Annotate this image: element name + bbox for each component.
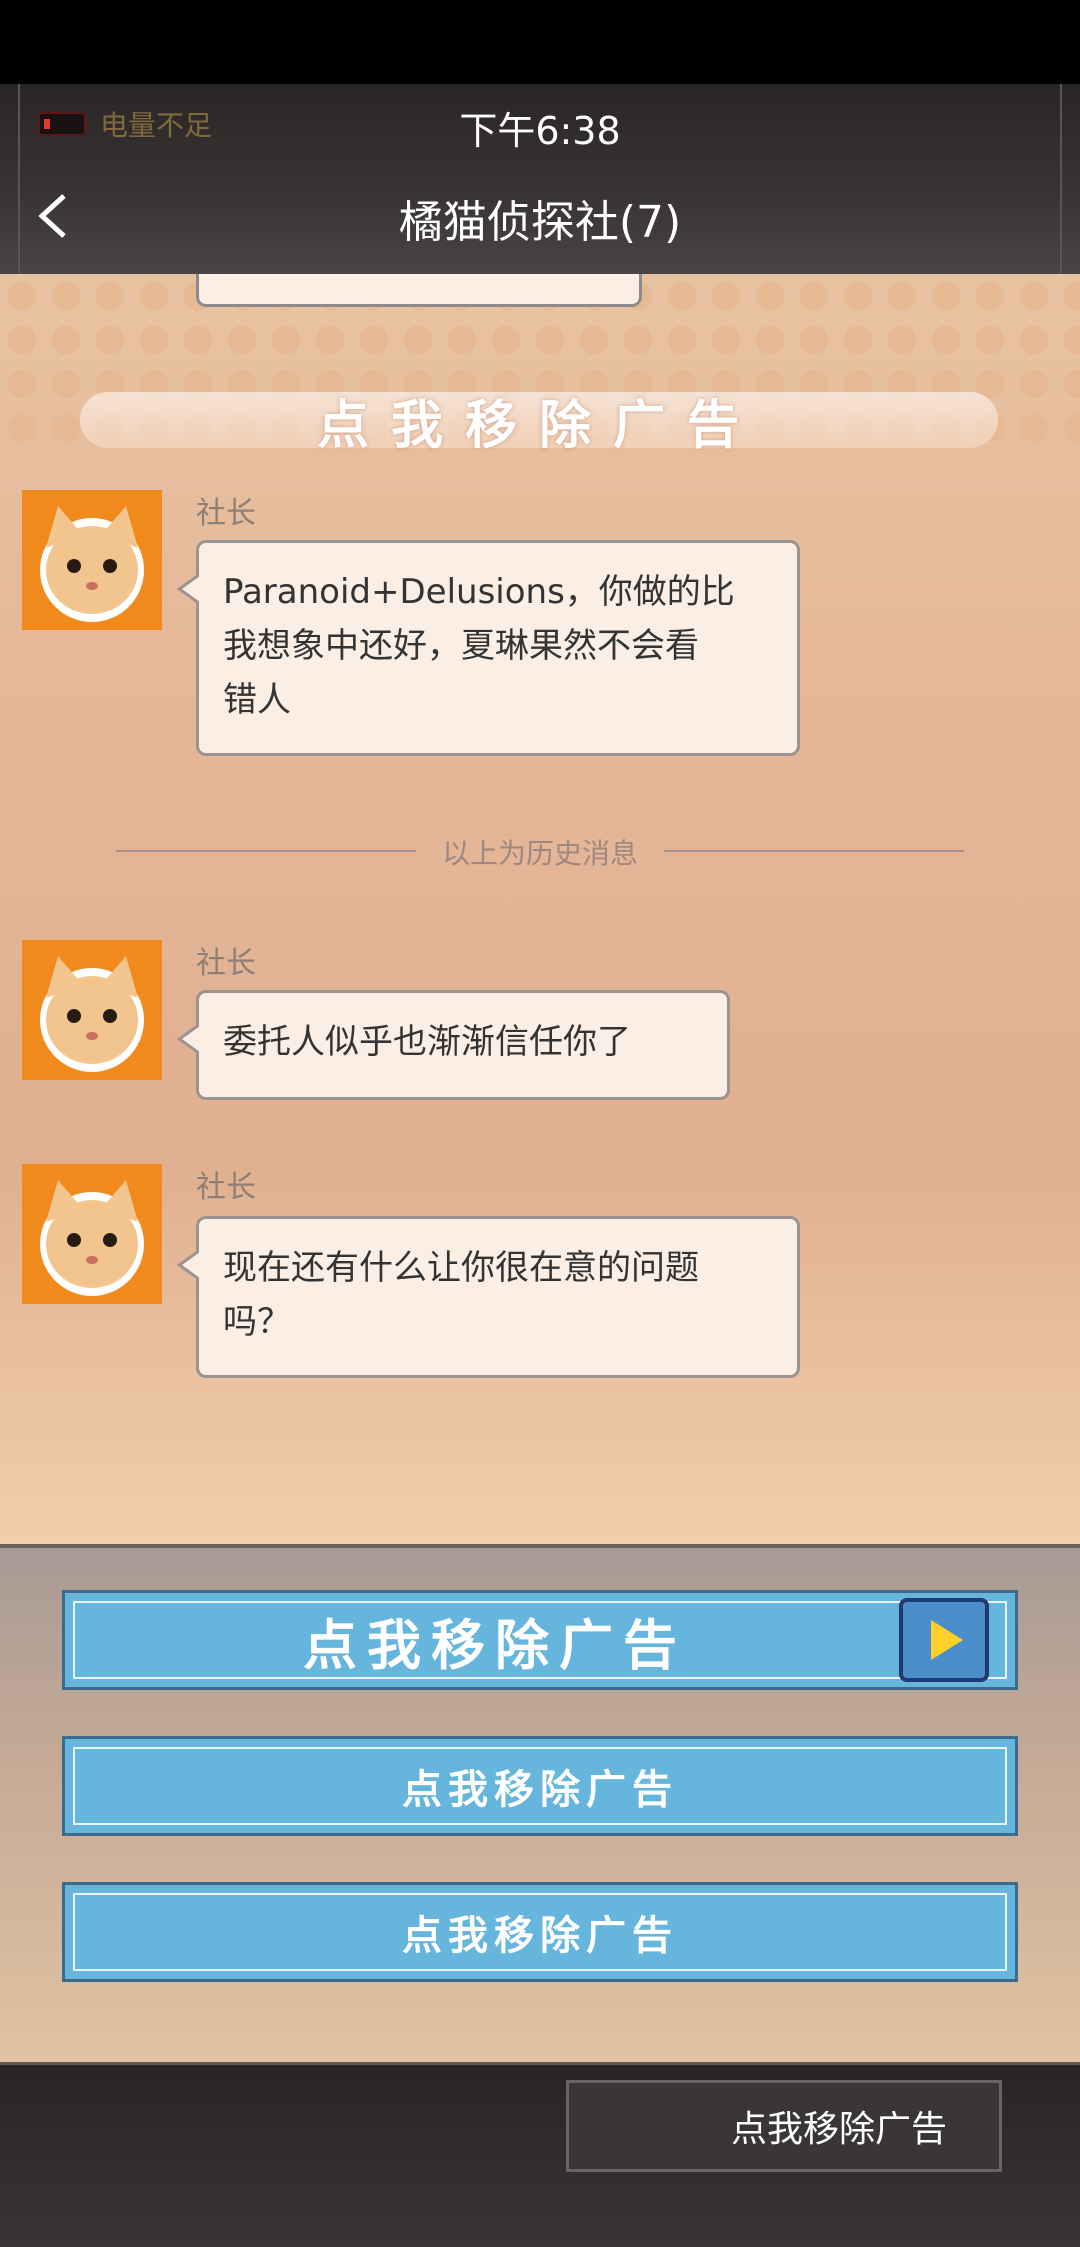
previous-message-bubble bbox=[196, 274, 642, 307]
avatar[interactable] bbox=[22, 940, 162, 1080]
status-bar bbox=[0, 0, 1080, 84]
history-divider-text: 以上为历史消息 bbox=[415, 837, 664, 870]
page-title: 橘猫侦探社(7) bbox=[398, 197, 682, 248]
message-text-line: 吗？ bbox=[223, 1302, 291, 1342]
message-text-line: 委托人似乎也渐渐信任你了 bbox=[223, 1022, 631, 1062]
sender-name: 社长 bbox=[196, 1170, 256, 1205]
option-button-2[interactable]: 点我移除广告 bbox=[62, 1736, 1018, 1836]
option-label: 点我移除广告 bbox=[402, 1767, 678, 1813]
avatar[interactable] bbox=[22, 1164, 162, 1304]
cat-avatar-icon bbox=[22, 1164, 162, 1304]
message-bubble[interactable]: Paranoid+Delusions，你做的比 我想象中还好，夏琳果然不会看 错… bbox=[177, 540, 800, 756]
message-text-line: 我想象中还好，夏琳果然不会看 bbox=[223, 626, 699, 666]
message-text-line: 错人 bbox=[223, 680, 291, 720]
sender-name: 社长 bbox=[196, 946, 256, 981]
option-label: 点我移除广告 bbox=[402, 1913, 678, 1959]
message-text-line: 现在还有什么让你很在意的问题 bbox=[223, 1248, 699, 1288]
message-text-line: Paranoid+Delusions，你做的比 bbox=[223, 572, 735, 612]
remove-ad-banner-label: 点我移除广告 bbox=[316, 395, 761, 456]
cat-avatar-icon bbox=[22, 940, 162, 1080]
message-bubble[interactable]: 现在还有什么让你很在意的问题 吗？ bbox=[177, 1216, 800, 1378]
option-label: 点我移除广告 bbox=[303, 1613, 687, 1677]
remove-ad-banner[interactable]: 点我移除广告 bbox=[80, 392, 998, 456]
option-button-1[interactable]: 点我移除广告 bbox=[62, 1590, 1018, 1690]
message-bubble[interactable]: 委托人似乎也渐渐信任你了 bbox=[177, 990, 730, 1100]
cat-avatar-icon bbox=[22, 490, 162, 630]
avatar[interactable] bbox=[22, 490, 162, 630]
sender-name: 社长 bbox=[196, 496, 256, 531]
status-time: 下午6:38 bbox=[459, 109, 621, 153]
option-button-3[interactable]: 点我移除广告 bbox=[62, 1882, 1018, 1982]
play-icon[interactable] bbox=[899, 1598, 989, 1682]
remove-ad-button[interactable]: 点我移除广告 bbox=[566, 2080, 1002, 2172]
